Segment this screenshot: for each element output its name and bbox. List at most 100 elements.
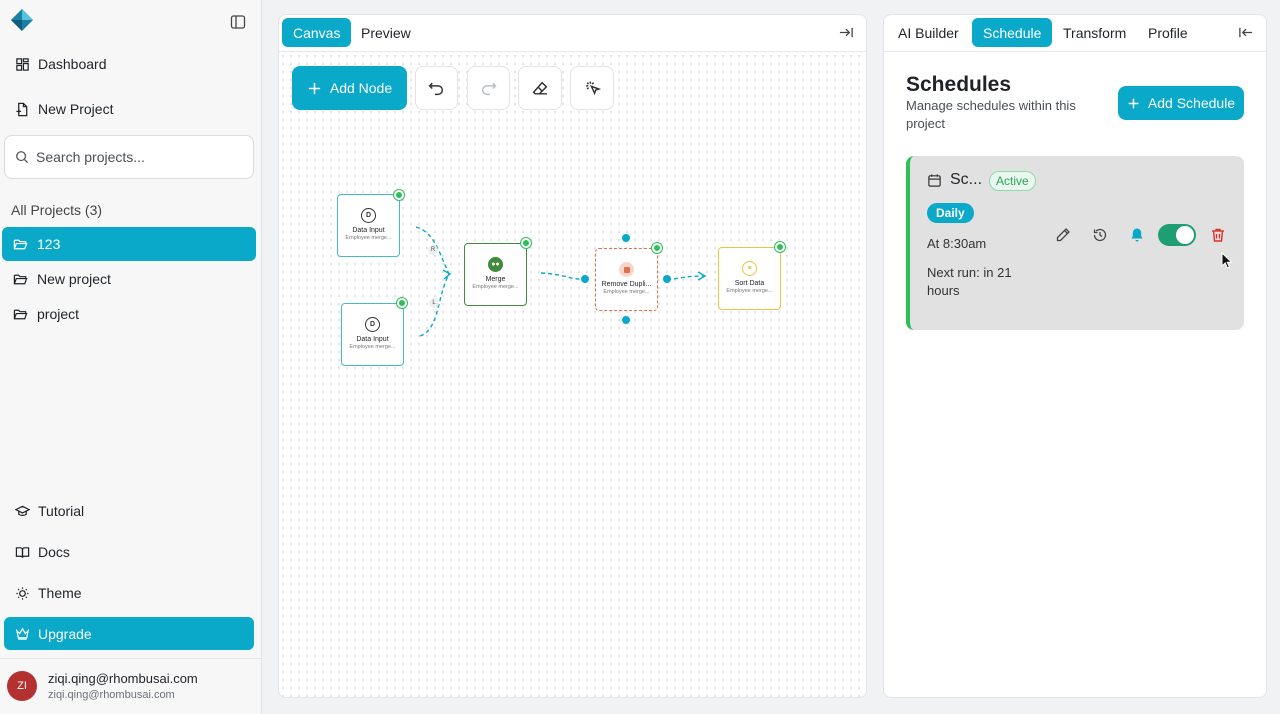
undo-icon <box>428 82 444 95</box>
book-icon <box>15 546 30 558</box>
folder-open-icon <box>13 274 28 284</box>
tab-ai-builder[interactable]: AI Builder <box>887 18 970 47</box>
graduation-cap-icon <box>15 505 30 516</box>
upgrade-button[interactable]: Upgrade <box>4 617 254 650</box>
nav-docs-label: Docs <box>38 544 70 560</box>
node-handle-left[interactable] <box>581 275 589 283</box>
project-item-project[interactable]: project <box>2 297 256 331</box>
node-title: Sort Data <box>734 280 765 287</box>
node-handle-top[interactable] <box>622 234 630 242</box>
remove-duplicates-icon <box>619 262 634 277</box>
undo-button[interactable] <box>415 66 458 110</box>
tab-profile[interactable]: Profile <box>1137 18 1199 47</box>
sidebar-toggle-icon[interactable] <box>230 14 246 30</box>
add-schedule-button[interactable]: Add Schedule <box>1118 86 1244 120</box>
project-item-new-project[interactable]: New project <box>2 262 256 296</box>
schedule-next-run: Next run: in 21 hours <box>927 265 1012 298</box>
merge-icon: ●● <box>488 257 503 272</box>
user-name: ziqi.qing@rhombusai.com <box>48 671 198 686</box>
schedule-time: At 8:30am <box>927 236 987 251</box>
add-schedule-label: Add Schedule <box>1147 95 1236 111</box>
node-subtitle: Employee merge... <box>603 289 650 295</box>
edge-label-l: L <box>429 298 439 308</box>
tab-schedule[interactable]: Schedule <box>972 18 1053 47</box>
nav-theme[interactable]: Theme <box>8 576 82 610</box>
plus-icon <box>308 82 320 94</box>
user-email: ziqi.qing@rhombusai.com <box>48 689 175 701</box>
data-input-icon: D <box>361 208 376 223</box>
eraser-button[interactable] <box>518 66 562 110</box>
node-subtitle: Employee merge... <box>345 235 392 241</box>
collapse-panel-icon[interactable] <box>1238 25 1253 40</box>
node-status-dot <box>775 242 785 252</box>
pointer-click-icon <box>585 81 601 95</box>
node-subtitle: Employee merge... <box>349 344 396 350</box>
status-badge: Active <box>989 171 1036 191</box>
node-remove-duplicates[interactable]: Remove Dupli... Employee merge... <box>595 248 658 311</box>
node-subtitle: Employee merge... <box>472 284 519 290</box>
upgrade-label: Upgrade <box>38 625 92 642</box>
nav-docs[interactable]: Docs <box>8 535 70 569</box>
plus-icon <box>1128 98 1139 108</box>
eraser-icon <box>532 81 547 95</box>
nav-new-project-label: New Project <box>38 101 114 117</box>
node-data-input-1[interactable]: D Data Input Employee merge... <box>337 194 400 257</box>
schedules-subtitle: Manage schedules within this project <box>906 98 1076 131</box>
edge-merge-dedupe <box>540 272 586 280</box>
nav-theme-label: Theme <box>38 585 82 601</box>
node-title: Data Input <box>356 336 389 343</box>
node-data-input-2[interactable]: D Data Input Employee merge... <box>341 303 404 366</box>
projects-section-label: All Projects (3) <box>11 202 103 218</box>
workflow-canvas[interactable]: Add Node R L D Data Input Employee merge… <box>279 52 866 697</box>
expand-panel-icon[interactable] <box>839 25 854 40</box>
logo-icon[interactable] <box>11 9 33 31</box>
edit-pencil-icon[interactable] <box>1055 227 1071 243</box>
canvas-panel: Canvas Preview Add Node R L D Data Input… <box>278 14 867 698</box>
tab-transform[interactable]: Transform <box>1052 18 1137 47</box>
project-search[interactable] <box>4 135 254 179</box>
node-subtitle: Employee merge... <box>726 288 773 294</box>
dashboard-icon <box>16 57 29 71</box>
sort-icon: ≡ <box>742 261 757 276</box>
avatar[interactable]: ZI <box>7 671 37 701</box>
schedule-panel: AI Builder Schedule Transform Profile Sc… <box>883 14 1267 698</box>
data-input-icon: D <box>365 317 380 332</box>
node-merge[interactable]: ●● Merge Employee merge... <box>464 243 527 306</box>
nav-dashboard[interactable]: Dashboard <box>8 47 107 81</box>
schedule-name: Sc... <box>950 171 983 188</box>
project-item-label: 123 <box>37 236 61 252</box>
nav-tutorial[interactable]: Tutorial <box>8 494 84 528</box>
schedule-enabled-toggle[interactable] <box>1158 224 1196 246</box>
bell-icon[interactable] <box>1129 227 1145 243</box>
node-sort-data[interactable]: ≡ Sort Data Employee merge... <box>718 247 781 310</box>
node-title: Merge <box>485 276 506 283</box>
edge-arrow-sort <box>697 271 707 281</box>
search-input[interactable] <box>36 149 236 165</box>
nav-new-project[interactable]: New Project <box>8 92 113 126</box>
crown-icon <box>15 627 30 640</box>
project-item-123[interactable]: 123 <box>2 227 256 261</box>
search-icon <box>16 151 29 164</box>
new-file-icon <box>16 102 28 116</box>
redo-button[interactable] <box>467 66 510 110</box>
tab-preview[interactable]: Preview <box>350 18 422 47</box>
add-node-button[interactable]: Add Node <box>292 66 407 110</box>
sidebar: Dashboard New Project All Projects (3) 1… <box>0 0 262 714</box>
schedule-card[interactable]: Sc... Active Daily At 8:30am Next run: i… <box>906 156 1244 330</box>
sun-icon <box>16 586 29 600</box>
node-handle-right[interactable] <box>663 275 671 283</box>
workflow-edges <box>415 226 707 337</box>
edge-arrow-merge <box>442 269 452 280</box>
canvas-tab-bar: Canvas Preview <box>279 15 866 52</box>
calendar-icon <box>928 174 941 187</box>
project-item-label: New project <box>37 271 111 287</box>
right-tab-bar: AI Builder Schedule Transform Profile <box>884 15 1266 52</box>
select-pointer-button[interactable] <box>570 66 614 110</box>
node-title: Remove Dupli... <box>601 281 652 288</box>
schedules-title: Schedules <box>906 73 1012 96</box>
trash-icon[interactable] <box>1210 227 1226 243</box>
edge-label-r: R <box>428 245 438 255</box>
history-icon[interactable] <box>1092 227 1108 243</box>
tab-canvas[interactable]: Canvas <box>282 18 352 47</box>
node-handle-bottom[interactable] <box>622 316 630 324</box>
